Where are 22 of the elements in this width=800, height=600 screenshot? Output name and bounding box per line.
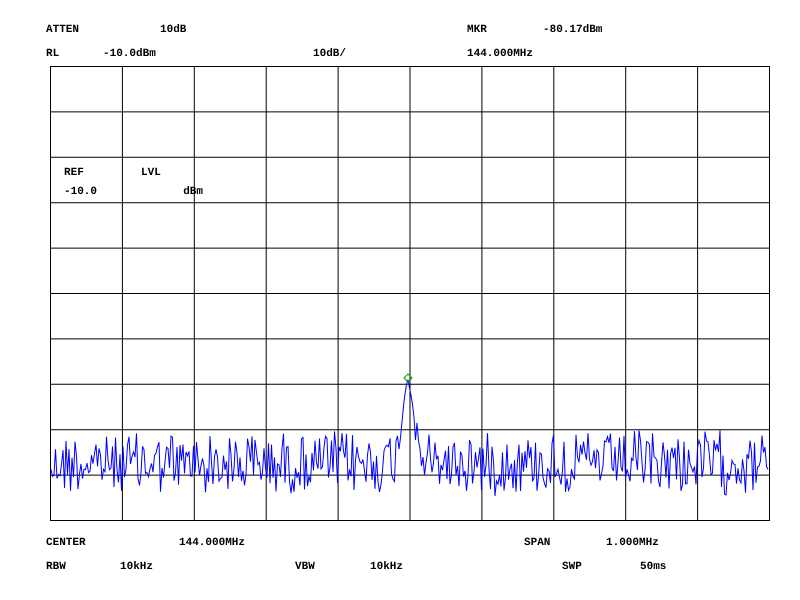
ref-level-value: -10.0 — [64, 186, 98, 198]
readout-text: CENTER — [46, 537, 87, 549]
readout-text: 144.000MHz — [179, 537, 246, 549]
readout-text: RBW — [46, 561, 67, 573]
readout-text: RL — [46, 48, 60, 60]
readout-text: SWP — [562, 561, 583, 573]
readout-text: 50ms — [640, 561, 668, 573]
readout-text: 1.000MHz — [606, 537, 660, 549]
readout-text: -80.17dBm — [543, 24, 604, 36]
readout-text: ATTEN — [46, 24, 80, 36]
readout-text: 10dB — [160, 24, 188, 36]
readout-text: SPAN — [524, 537, 552, 549]
readout-text: 10kHz — [370, 561, 404, 573]
readout-text: 10dB/ — [313, 48, 348, 60]
readout-text: -10.0dBm — [103, 48, 157, 60]
readout-text: 10kHz — [120, 561, 154, 573]
readout-text: 144.000MHz — [467, 48, 534, 60]
readout-text: MKR — [467, 24, 488, 36]
ref-level-label: LVL — [141, 167, 162, 179]
marker-icon — [403, 373, 413, 383]
ref-level-label: REF — [64, 167, 85, 179]
readout-text: VBW — [295, 561, 316, 573]
